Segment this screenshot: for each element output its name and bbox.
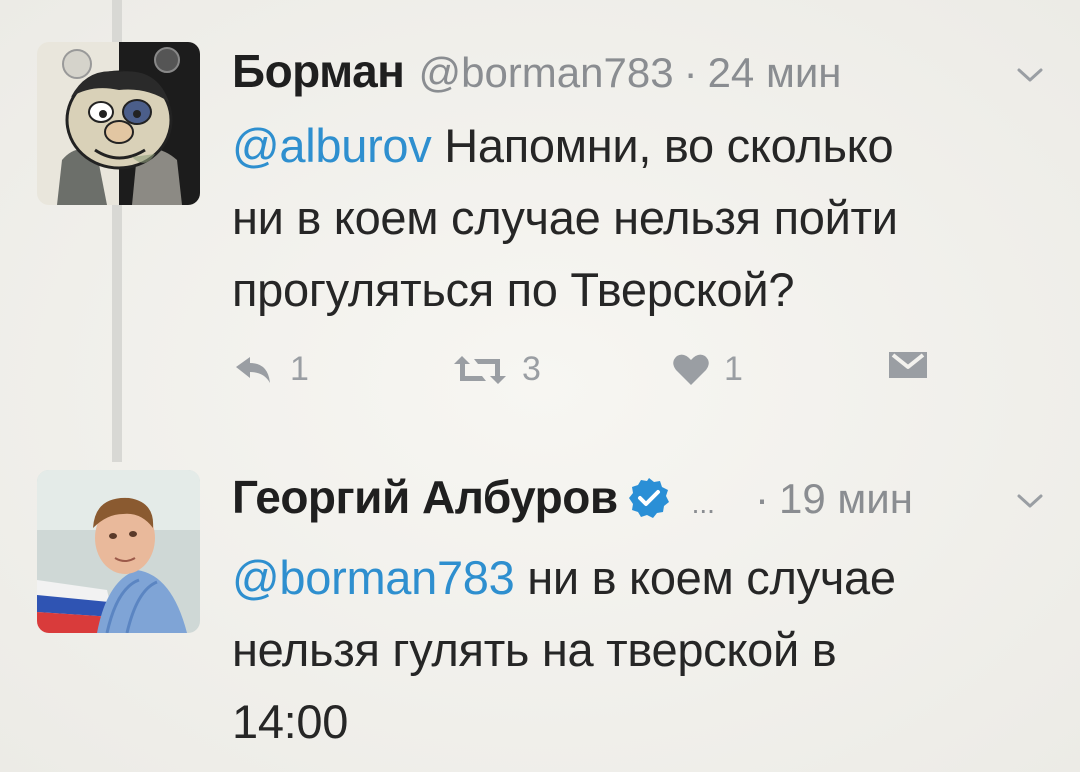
- tweet-text: @borman783 ни в коем случае нельзя гулят…: [232, 542, 1032, 758]
- author-name[interactable]: Георгий Албуров: [232, 470, 618, 524]
- tweet-thread: Борман @borman783 · 24 мин @alburov Напо…: [0, 0, 1080, 772]
- tweet-actions: 1 3 1: [232, 350, 952, 400]
- tweet-header: Борман @borman783 · 24 мин: [232, 44, 842, 98]
- text-line-2: нельзя гулять на тверской в: [232, 623, 837, 676]
- envelope-icon: [889, 352, 927, 378]
- author-handle[interactable]: @borman783: [418, 49, 673, 97]
- avatar-alburov[interactable]: [37, 470, 200, 633]
- tweet-header: Георгий Албуров ... · 19 мин: [232, 470, 913, 524]
- like-count: 1: [724, 350, 743, 388]
- tweet-timestamp[interactable]: 19 мин: [779, 475, 913, 523]
- tweet-borman[interactable]: Борман @borman783 · 24 мин @alburov Напо…: [0, 0, 1080, 462]
- direct-message-button[interactable]: [887, 350, 929, 380]
- heart-icon: [673, 354, 709, 385]
- reply-button[interactable]: 1: [232, 350, 309, 389]
- like-button[interactable]: 1: [672, 350, 743, 389]
- author-name[interactable]: Борман: [232, 44, 405, 98]
- text-line-1: ни в коем случае: [514, 551, 896, 604]
- separator-dot: ·: [754, 475, 769, 522]
- tweet-timestamp[interactable]: 24 мин: [708, 49, 842, 97]
- retweet-icon: [454, 355, 506, 384]
- text-line-1: Напомни, во сколько: [431, 119, 894, 172]
- text-line-2: ни в коем случае нельзя пойти: [232, 191, 898, 244]
- text-line-3: прогуляться по Тверской?: [232, 263, 795, 316]
- truncation-dots: ...: [691, 488, 715, 519]
- text-line-3: 14:00: [232, 695, 349, 748]
- tweet-alburov[interactable]: Георгий Албуров ... · 19 мин @borman783 …: [0, 462, 1080, 772]
- retweet-button[interactable]: 3: [452, 350, 541, 389]
- chevron-down-icon[interactable]: [1016, 66, 1044, 84]
- chevron-down-icon[interactable]: [1016, 492, 1044, 510]
- avatar-borman[interactable]: [37, 42, 200, 205]
- reply-icon: [236, 356, 270, 383]
- mention-link[interactable]: @alburov: [232, 119, 432, 172]
- verified-badge-icon: [628, 478, 669, 518]
- tweet-text: @alburov Напомни, во сколько ни в коем с…: [232, 110, 1032, 326]
- separator-dot: ·: [683, 49, 698, 96]
- retweet-count: 3: [522, 350, 541, 388]
- mention-link[interactable]: @borman783: [232, 551, 515, 604]
- reply-count: 1: [290, 350, 309, 388]
